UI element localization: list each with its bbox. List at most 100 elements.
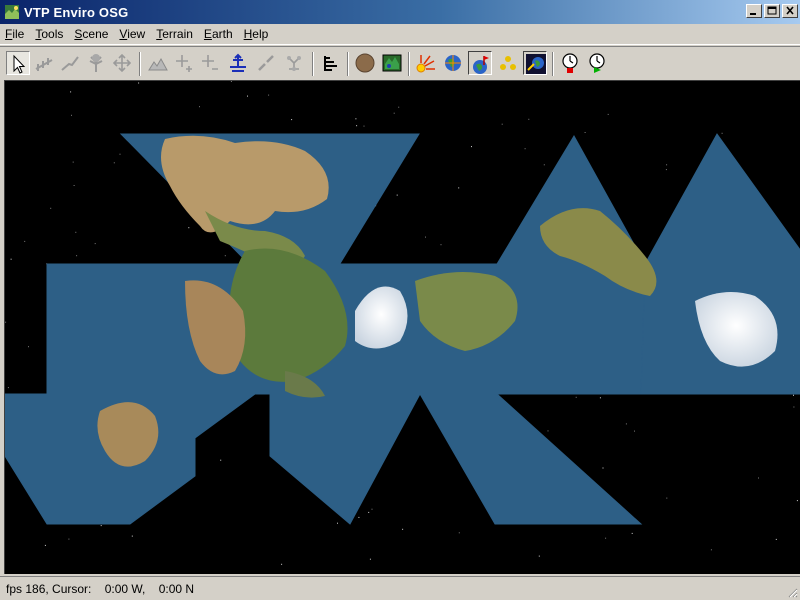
- menu-help[interactable]: Help: [239, 25, 275, 43]
- plant-icon: [89, 54, 103, 72]
- star: [543, 164, 545, 166]
- globe-flat-icon: [355, 53, 375, 73]
- star: [607, 113, 609, 115]
- star: [371, 508, 373, 510]
- star: [758, 477, 759, 479]
- time-stop-icon: [562, 53, 578, 73]
- map-button[interactable]: [380, 51, 404, 75]
- layers-button[interactable]: [319, 51, 343, 75]
- fence-tool-button[interactable]: [32, 51, 56, 75]
- star: [605, 537, 607, 539]
- flag-globe-button[interactable]: [468, 51, 492, 75]
- star: [631, 532, 633, 534]
- star: [599, 397, 601, 399]
- star: [355, 118, 357, 120]
- star: [356, 125, 358, 127]
- select-tool-button[interactable]: [6, 51, 30, 75]
- globe-icon: [445, 55, 461, 71]
- star: [24, 240, 26, 242]
- star: [68, 538, 70, 540]
- star: [138, 82, 140, 84]
- star: [7, 387, 9, 389]
- star: [50, 207, 52, 209]
- route-icon: [61, 56, 79, 71]
- window-title: VTP Enviro OSG: [24, 4, 129, 20]
- pan-plus-button[interactable]: [172, 51, 196, 75]
- 3d-viewport[interactable]: [4, 80, 800, 574]
- time-go-button[interactable]: [585, 51, 609, 75]
- pan-minus-icon: [202, 55, 218, 70]
- star: [28, 346, 29, 348]
- terrain-icon: [148, 57, 168, 71]
- move-tool-button[interactable]: [110, 51, 134, 75]
- star: [358, 516, 360, 518]
- star: [72, 161, 74, 163]
- nodes-tool-button[interactable]: [282, 51, 306, 75]
- close-button[interactable]: [782, 4, 798, 18]
- star: [119, 153, 121, 155]
- resize-grip-icon[interactable]: [786, 586, 798, 598]
- star: [281, 563, 283, 565]
- star: [584, 132, 586, 133]
- menu-scene[interactable]: Scene: [69, 25, 114, 43]
- terrain-tool-button[interactable]: [146, 51, 170, 75]
- star: [396, 194, 398, 196]
- star: [188, 227, 190, 229]
- globe-flat-button[interactable]: [353, 51, 377, 75]
- time-stop-button[interactable]: [558, 51, 582, 75]
- star: [113, 162, 115, 164]
- star: [76, 255, 78, 257]
- maximize-button[interactable]: [764, 4, 780, 18]
- star: [458, 532, 460, 534]
- star: [100, 525, 102, 527]
- spacenav-button[interactable]: [523, 51, 547, 75]
- status-bar: fps 186, Cursor: 0:00 W, 0:00 N: [0, 576, 800, 600]
- menu-terrain[interactable]: Terrain: [151, 25, 199, 43]
- star: [501, 123, 503, 125]
- sun-button[interactable]: [414, 51, 438, 75]
- star: [665, 169, 667, 171]
- menu-file[interactable]: File: [0, 25, 30, 43]
- dots-button[interactable]: [496, 51, 520, 75]
- star: [710, 549, 712, 551]
- pan-minus-button[interactable]: [198, 51, 222, 75]
- route-tool-button[interactable]: [58, 51, 82, 75]
- minimize-icon: [750, 13, 756, 15]
- star: [602, 467, 604, 469]
- star: [524, 148, 526, 150]
- menu-tools[interactable]: Tools: [30, 25, 69, 43]
- select-arrow-icon: [13, 54, 26, 74]
- link-icon: [258, 55, 274, 71]
- globe-button[interactable]: [441, 51, 465, 75]
- star: [224, 255, 226, 257]
- anchor-tool-button[interactable]: [226, 51, 250, 75]
- plant-tool-button[interactable]: [84, 51, 108, 75]
- title-bar[interactable]: VTP Enviro OSG: [0, 0, 800, 24]
- star: [230, 81, 232, 82]
- star: [547, 430, 549, 432]
- star: [75, 231, 77, 233]
- star: [268, 94, 270, 96]
- star: [528, 118, 530, 120]
- star: [73, 185, 75, 186]
- close-icon: [786, 6, 794, 15]
- time-go-icon: [589, 53, 605, 73]
- link-tool-button[interactable]: [254, 51, 278, 75]
- menu-view[interactable]: View: [114, 25, 151, 43]
- star: [793, 406, 795, 408]
- star: [220, 459, 222, 461]
- star: [94, 243, 96, 245]
- star: [575, 396, 577, 398]
- dymaxion-earth-map: [5, 81, 800, 565]
- star: [634, 430, 635, 432]
- flag-globe-icon: [473, 56, 489, 74]
- map-icon: [382, 54, 402, 72]
- star: [402, 528, 404, 530]
- star: [199, 106, 200, 108]
- menu-earth[interactable]: Earth: [199, 25, 239, 43]
- star: [425, 236, 426, 238]
- minimize-button[interactable]: [746, 4, 762, 18]
- toolbar-separator: [312, 52, 314, 76]
- star: [337, 522, 338, 524]
- star: [10, 258, 12, 260]
